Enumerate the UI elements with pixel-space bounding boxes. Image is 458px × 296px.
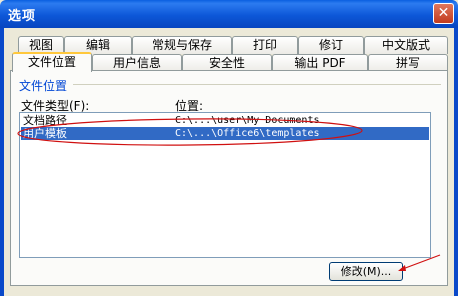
list-item[interactable]: 用户模板 C:\...\Office6\templates [21, 127, 429, 140]
group-title: 文件位置 [19, 79, 68, 93]
close-button[interactable]: ✕ [433, 3, 454, 24]
window-frame-left [0, 28, 4, 296]
close-icon: ✕ [437, 5, 450, 21]
file-type-cell: 用户模板 [23, 127, 67, 140]
tab-chinese-layout[interactable]: 中文版式 [364, 36, 448, 54]
tab-file-location[interactable]: 文件位置 [12, 52, 92, 72]
location-cell: C:\...\Office6\templates [175, 128, 320, 139]
group-divider [73, 84, 441, 85]
location-cell: C:\...\user\My Documents [175, 115, 320, 126]
tab-general-save[interactable]: 常规与保存 [132, 36, 232, 54]
file-type-cell: 文档路径 [23, 114, 67, 127]
title-bar: 选项 ✕ [0, 0, 458, 28]
list-item[interactable]: 文档路径 C:\...\user\My Documents [21, 114, 429, 127]
tab-panel-file-location: 文件位置 文件类型(F): 位置: 文档路径 C:\...\user\My Do… [10, 70, 448, 286]
tab-revision[interactable]: 修订 [298, 36, 364, 54]
tab-print[interactable]: 打印 [232, 36, 298, 54]
file-location-list[interactable]: 文档路径 C:\...\user\My Documents 用户模板 C:\..… [19, 112, 431, 258]
window-frame-right [454, 28, 458, 296]
window-title: 选项 [8, 9, 37, 24]
modify-button[interactable]: 修改(M)... [329, 262, 403, 281]
